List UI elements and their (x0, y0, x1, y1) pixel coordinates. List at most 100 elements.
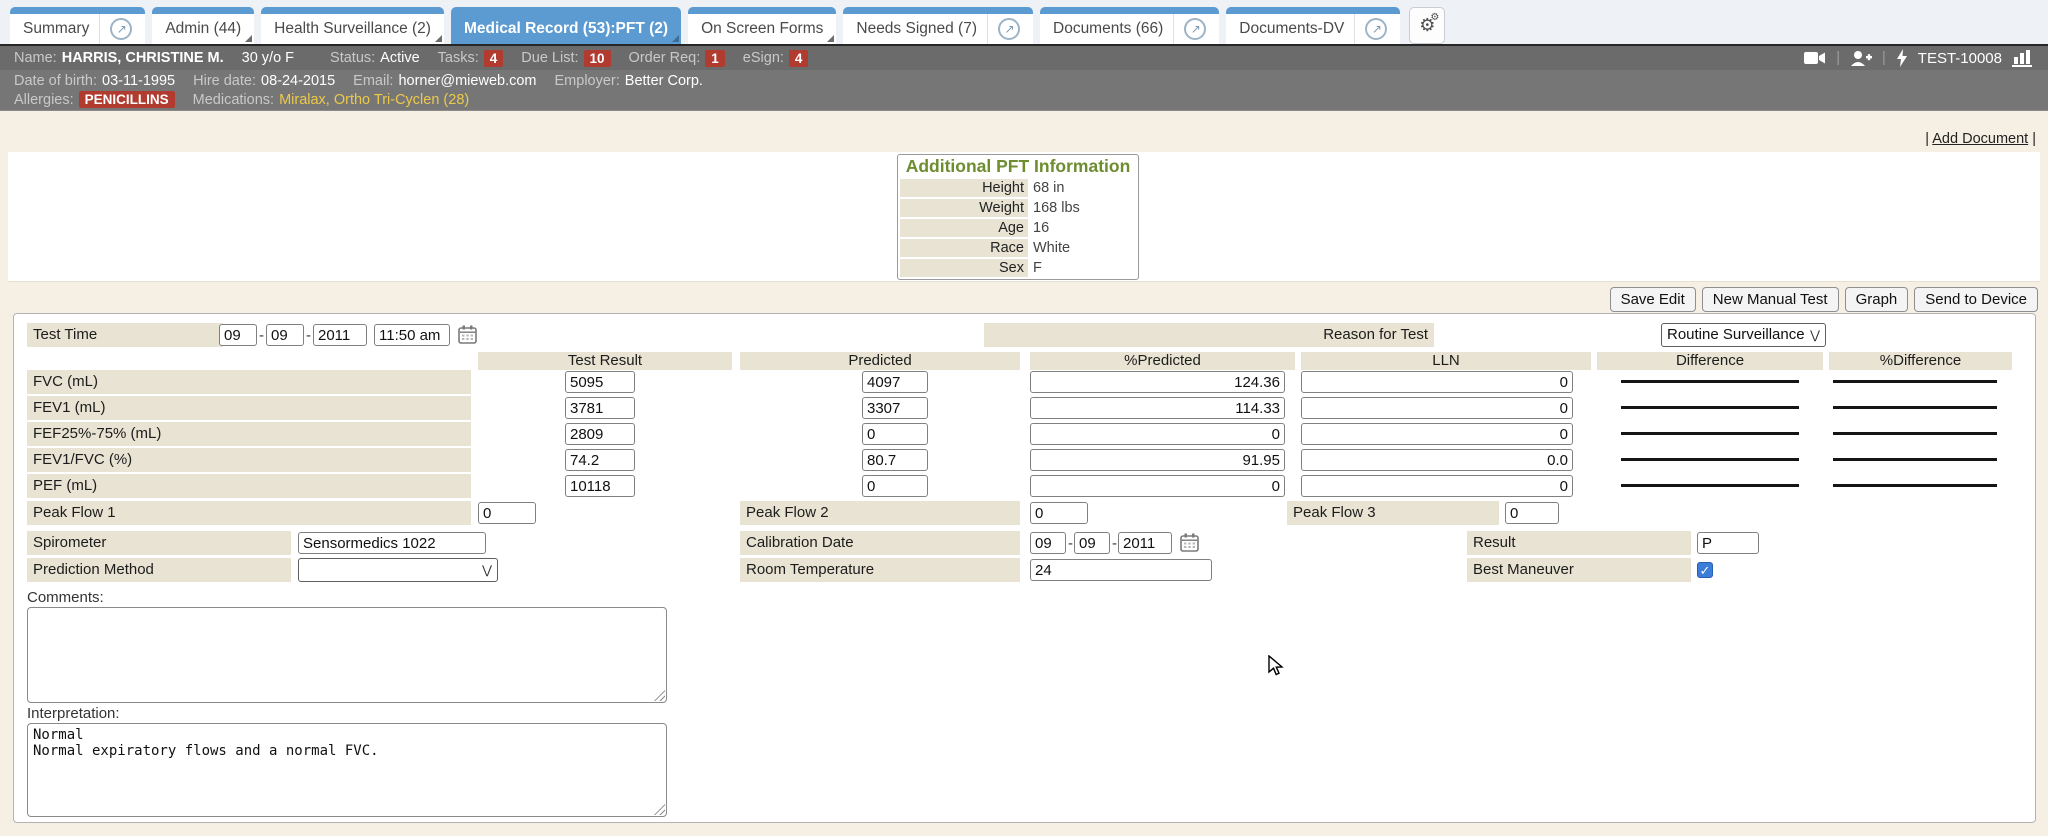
table-row-fev1: FEV1 (mL) (14, 396, 2035, 422)
lln-input[interactable] (1301, 397, 1573, 419)
interpretation-wrap: Normal Normal expiratory flows and a nor… (27, 723, 667, 817)
tab-separator (99, 14, 100, 44)
medications-list[interactable]: Miralax, Ortho Tri-Cyclen (28) (279, 92, 469, 108)
tab-separator (987, 14, 988, 44)
row-label: PEF (mL) (27, 474, 471, 498)
test-result-input[interactable] (565, 475, 635, 497)
table-row-fev1-fvc: FEV1/FVC (%) (14, 448, 2035, 474)
esign-badge[interactable]: 4 (789, 50, 809, 67)
peak-flow-2-input[interactable] (1030, 502, 1088, 524)
tasks-badge[interactable]: 4 (484, 50, 504, 67)
predicted-input[interactable] (862, 423, 928, 445)
pct-difference-placeholder-line (1833, 458, 1997, 461)
pct-predicted-input[interactable] (1030, 449, 1285, 471)
tab-documents[interactable]: Documents (66) ↗ (1040, 7, 1219, 44)
calendar-icon[interactable] (458, 325, 477, 348)
col-header-test-result: Test Result (478, 352, 732, 370)
test-result-input[interactable] (565, 423, 635, 445)
calibration-date-label: Calibration Date (740, 531, 1020, 555)
order-req-badge[interactable]: 1 (705, 50, 725, 67)
test-time-month-input[interactable] (219, 324, 257, 346)
mouse-cursor (1268, 655, 1288, 682)
peak-flow-1-label: Peak Flow 1 (27, 501, 471, 525)
race-value: White (1028, 239, 1070, 257)
video-camera-icon[interactable] (1804, 50, 1826, 66)
test-result-input[interactable] (565, 397, 635, 419)
tab-settings-button[interactable]: ⚙ ⚙ (1409, 7, 1445, 44)
room-temperature-input[interactable] (1030, 559, 1212, 581)
test-result-input[interactable] (565, 371, 635, 393)
allergy-badge[interactable]: PENICILLINS (79, 91, 175, 108)
calibration-year-input[interactable] (1118, 532, 1172, 554)
predicted-input[interactable] (862, 449, 928, 471)
lln-input[interactable] (1301, 449, 1573, 471)
separator: | (1925, 131, 1929, 147)
pct-predicted-input[interactable] (1030, 475, 1285, 497)
pct-predicted-input[interactable] (1030, 371, 1285, 393)
lln-input[interactable] (1301, 371, 1573, 393)
test-result-input[interactable] (565, 449, 635, 471)
send-to-device-button[interactable]: Send to Device (1914, 287, 2038, 312)
calibration-month-input[interactable] (1030, 532, 1066, 554)
tab-summary[interactable]: Summary ↗ (10, 7, 145, 44)
test-time-year-input[interactable] (313, 324, 367, 346)
new-manual-test-button[interactable]: New Manual Test (1702, 287, 1839, 312)
tab-dropdown-corner-icon (435, 35, 442, 42)
pct-predicted-input[interactable] (1030, 423, 1285, 445)
calibration-day-input[interactable] (1074, 532, 1110, 554)
lln-input[interactable] (1301, 475, 1573, 497)
email-value: horner@mieweb.com (398, 73, 536, 89)
interpretation-textarea[interactable]: Normal Normal expiratory flows and a nor… (27, 723, 667, 817)
popout-icon[interactable]: ↗ (110, 18, 132, 40)
predicted-input[interactable] (862, 397, 928, 419)
tab-dropdown-corner-icon (245, 35, 252, 42)
graph-button[interactable]: Graph (1845, 287, 1909, 312)
pct-predicted-input[interactable] (1030, 397, 1285, 419)
patient-age-sex: 30 y/o F (242, 50, 294, 66)
height-label: Height (900, 179, 1028, 197)
add-document-link[interactable]: Add Document (1932, 131, 2028, 147)
test-time-day-input[interactable] (266, 324, 304, 346)
height-value: 68 in (1028, 179, 1064, 197)
flowsheet-chart-icon[interactable] (2012, 49, 2034, 67)
reason-for-test-select[interactable]: Routine Surveillance ⋁ (1661, 323, 1826, 347)
tab-on-screen-forms[interactable]: On Screen Forms (688, 7, 836, 44)
status-label: Status: (330, 50, 375, 66)
tab-health-surveillance[interactable]: Health Surveillance (2) (261, 7, 444, 44)
email-label: Email: (353, 73, 393, 89)
tab-documents-dv[interactable]: Documents-DV ↗ (1226, 7, 1400, 44)
popout-icon[interactable]: ↗ (998, 18, 1020, 40)
col-header-pct-difference: %Difference (1829, 352, 2012, 370)
prediction-method-select[interactable]: ⋁ (298, 558, 498, 582)
pct-difference-placeholder-line (1833, 484, 1997, 487)
add-person-icon[interactable] (1850, 50, 1872, 67)
popout-icon[interactable]: ↗ (1184, 18, 1206, 40)
calendar-icon[interactable] (1180, 533, 1199, 556)
tab-needs-signed[interactable]: Needs Signed (7) ↗ (843, 7, 1033, 44)
test-time-clock-input[interactable] (374, 324, 450, 346)
save-edit-button[interactable]: Save Edit (1610, 287, 1696, 312)
tab-admin[interactable]: Admin (44) (152, 7, 254, 44)
row-label: FEF25%-75% (mL) (27, 422, 471, 446)
lightning-icon[interactable] (1896, 49, 1908, 67)
result-input[interactable] (1697, 532, 1759, 554)
predicted-input[interactable] (862, 371, 928, 393)
comments-textarea[interactable] (27, 607, 667, 703)
predicted-input[interactable] (862, 475, 928, 497)
popout-icon[interactable]: ↗ (1365, 18, 1387, 40)
due-list-badge[interactable]: 10 (584, 50, 611, 67)
pft-info-row: Age 16 (900, 219, 1136, 237)
hire-date-value: 08-24-2015 (261, 73, 335, 89)
best-maneuver-checkbox[interactable]: ✓ (1697, 562, 1713, 578)
spirometer-input[interactable] (298, 532, 486, 554)
peak-flow-3-input[interactable] (1505, 502, 1559, 524)
tab-medical-record[interactable]: Medical Record (53):PFT (2) (451, 7, 681, 44)
tab-documents-label: Documents (66) (1053, 20, 1163, 38)
chevron-down-icon: ⋁ (482, 559, 492, 581)
pct-difference-placeholder-line (1833, 432, 1997, 435)
difference-placeholder-line (1621, 380, 1799, 383)
separator: | (1836, 50, 1840, 66)
lln-input[interactable] (1301, 423, 1573, 445)
peak-flow-1-input[interactable] (478, 502, 536, 524)
pft-info-row: Race White (900, 239, 1136, 257)
